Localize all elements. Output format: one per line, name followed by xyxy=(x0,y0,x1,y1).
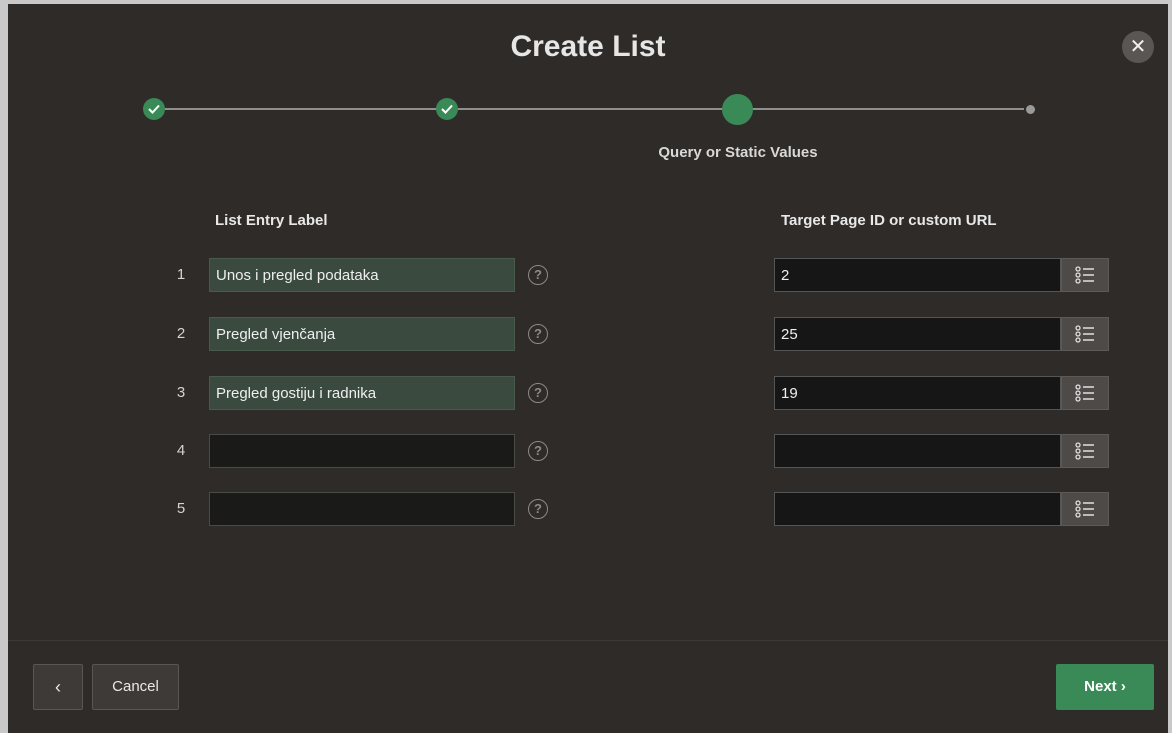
entry-label-input[interactable] xyxy=(209,434,515,468)
target-url-input[interactable] xyxy=(774,258,1061,292)
current-step-label: Query or Static Values xyxy=(658,144,818,161)
help-icon[interactable]: ? xyxy=(528,441,548,461)
target-url-input[interactable] xyxy=(774,492,1061,526)
target-url-input[interactable] xyxy=(774,376,1061,410)
list-of-values-icon[interactable] xyxy=(1061,434,1109,468)
row-number: 2 xyxy=(176,325,186,342)
list-of-values-icon[interactable] xyxy=(1061,492,1109,526)
entry-label-input[interactable] xyxy=(209,258,515,292)
list-of-values-icon[interactable] xyxy=(1061,376,1109,410)
entry-label-input[interactable] xyxy=(209,317,515,351)
row-number: 1 xyxy=(176,266,186,283)
footer-divider xyxy=(8,640,1168,641)
wizard-progress: Query or Static Values xyxy=(8,4,1168,184)
step-2-complete-icon xyxy=(436,98,458,120)
list-of-values-icon[interactable] xyxy=(1061,258,1109,292)
target-url-header: Target Page ID or custom URL xyxy=(781,212,997,229)
list-of-values-icon[interactable] xyxy=(1061,317,1109,351)
target-url-input[interactable] xyxy=(774,317,1061,351)
step-4-pending xyxy=(1026,105,1035,114)
next-button[interactable]: Next › xyxy=(1056,664,1154,710)
row-number: 4 xyxy=(176,442,186,459)
entry-label-input[interactable] xyxy=(209,492,515,526)
create-list-dialog: Create List ✕ Query or Static Values Lis… xyxy=(8,4,1168,733)
step-3-current xyxy=(722,94,753,125)
target-url-input[interactable] xyxy=(774,434,1061,468)
help-icon[interactable]: ? xyxy=(528,499,548,519)
help-icon[interactable]: ? xyxy=(528,265,548,285)
entry-label-input[interactable] xyxy=(209,376,515,410)
row-number: 5 xyxy=(176,500,186,517)
step-1-complete-icon xyxy=(143,98,165,120)
list-entry-label-header: List Entry Label xyxy=(215,212,328,229)
progress-track xyxy=(154,108,1024,110)
help-icon[interactable]: ? xyxy=(528,383,548,403)
back-button[interactable]: ‹ xyxy=(33,664,83,710)
row-number: 3 xyxy=(176,384,186,401)
cancel-button[interactable]: Cancel xyxy=(92,664,179,710)
help-icon[interactable]: ? xyxy=(528,324,548,344)
